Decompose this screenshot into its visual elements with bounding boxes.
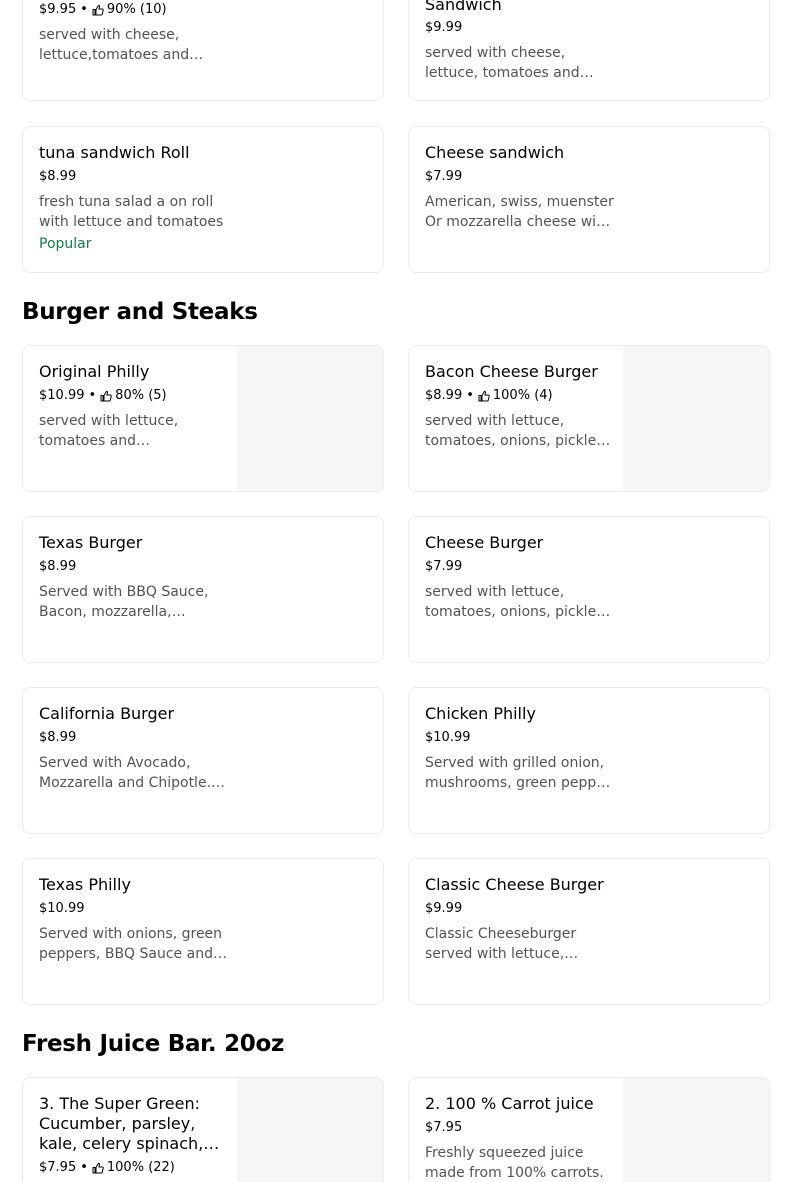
- item-description: served with cheese, lettuce,tomatoes and…: [39, 27, 190, 63]
- item-meta: $9.95 • 90% (10): [39, 2, 167, 17]
- item-price: $10.99: [39, 901, 85, 916]
- item-title: 2. 100 % Carrot juice: [425, 1094, 594, 1113]
- item-title: California Burger: [39, 704, 175, 723]
- item-description: served with lettuce, tomatoes, onions, p…: [425, 584, 608, 620]
- item-rating: 80% (5): [115, 388, 167, 403]
- menu-item-card[interactable]: Classic Cheese Burger $9.99 Classic Chee…: [408, 858, 770, 1005]
- item-price: $7.95: [425, 1120, 463, 1135]
- item-title: Chicken Philly: [425, 704, 536, 723]
- item-price: $10.99: [425, 730, 471, 745]
- item-description: Served with onions, green peppers, BBQ S…: [39, 926, 223, 962]
- menu-item-card[interactable]: Texas Philly $10.99 Served with onions, …: [22, 858, 384, 1005]
- menu-item-card[interactable]: Cheese sandwich $7.99 American, swiss, m…: [408, 126, 770, 273]
- menu-item-card[interactable]: 3. The Super Green: Cucumber, parsley, k…: [22, 1077, 384, 1182]
- menu-item-card[interactable]: California Burger $8.99 Served with Avoc…: [22, 687, 384, 834]
- item-title: Sandwich: [425, 0, 502, 14]
- menu-item-card[interactable]: Texas Burger $8.99 Served with BBQ Sauce…: [22, 516, 384, 663]
- item-price: $9.99: [425, 20, 463, 35]
- item-description: Served with grilled onion, mushrooms, gr…: [425, 755, 611, 791]
- item-title: Original Philly: [39, 362, 150, 381]
- section-title-juice: Fresh Juice Bar. 20oz: [22, 1031, 285, 1057]
- item-title: Texas Burger: [39, 533, 143, 552]
- item-price: $8.99: [39, 730, 77, 745]
- item-description: fresh tuna salad a on roll with lettuce …: [39, 194, 224, 230]
- item-title: tuna sandwich Roll: [39, 143, 190, 162]
- item-description: American, swiss, muenster Or mozzarella …: [425, 194, 614, 230]
- item-price: $9.95: [39, 2, 77, 17]
- item-description: Classic Cheeseburger served with lettuce…: [425, 926, 577, 962]
- menu-item-card[interactable]: Chicken Philly $10.99 Served with grille…: [408, 687, 770, 834]
- thumbs-up-icon: [478, 390, 490, 402]
- item-description: served with lettuce, tomatoes, onions, p…: [425, 413, 608, 449]
- item-image: [623, 1078, 769, 1182]
- menu-item-card[interactable]: Cheese Burger $7.99 served with lettuce,…: [408, 516, 770, 663]
- item-price: $9.99: [425, 901, 463, 916]
- item-title: Texas Philly: [39, 875, 131, 894]
- item-price: $7.99: [425, 169, 463, 184]
- item-rating: 90% (10): [106, 2, 167, 17]
- item-rating: 100% (22): [106, 1160, 175, 1175]
- item-price: $7.95: [39, 1160, 77, 1175]
- item-meta: $7.95 • 100% (22): [39, 1160, 175, 1175]
- item-description: served with lettuce, tomatoes and mayonn…: [39, 413, 179, 449]
- menu-item-card[interactable]: 2. 100 % Carrot juice $7.95 Freshly sque…: [408, 1077, 770, 1182]
- popular-badge: Popular: [39, 236, 92, 252]
- menu-item-card[interactable]: tuna sandwich Roll $8.99 fresh tuna sala…: [22, 126, 384, 273]
- menu-item-card[interactable]: Sandwich $9.99 served with cheese, lettu…: [408, 0, 770, 101]
- item-rating: 100% (4): [492, 388, 553, 403]
- item-image: [237, 346, 383, 491]
- menu-item-card[interactable]: Original Philly $10.99 • 80% (5) served …: [22, 345, 384, 492]
- item-title: Cheese Burger: [425, 533, 544, 552]
- item-description: Freshly squeezed juice made from 100% ca…: [425, 1145, 604, 1181]
- menu-item-card[interactable]: $9.95 • 90% (10) served with cheese, let…: [22, 0, 384, 101]
- item-description: Served with Avocado, Mozzarella and Chip…: [39, 755, 212, 791]
- item-title: Bacon Cheese Burger: [425, 362, 598, 381]
- item-meta: $10.99 • 80% (5): [39, 388, 167, 403]
- item-meta: $8.99 • 100% (4): [425, 388, 553, 403]
- section-title-burgers: Burger and Steaks: [22, 299, 258, 325]
- item-image: [237, 1078, 383, 1182]
- item-price: $7.99: [425, 559, 463, 574]
- thumbs-up-icon: [100, 390, 112, 402]
- thumbs-up-icon: [92, 4, 104, 16]
- item-price: $8.99: [39, 169, 77, 184]
- item-price: $8.99: [39, 559, 77, 574]
- item-price: $8.99: [425, 388, 463, 403]
- item-description: Served with BBQ Sauce, Bacon, mozzarella…: [39, 584, 209, 620]
- menu-item-card[interactable]: Bacon Cheese Burger $8.99 • 100% (4) ser…: [408, 345, 770, 492]
- item-title: 3. The Super Green: Cucumber, parsley, k…: [39, 1094, 204, 1153]
- item-price: $10.99: [39, 388, 85, 403]
- item-image: [623, 346, 769, 491]
- item-title: Cheese sandwich: [425, 143, 565, 162]
- item-title: Classic Cheese Burger: [425, 875, 604, 894]
- thumbs-up-icon: [92, 1162, 104, 1174]
- item-description: served with cheese, lettuce, tomatoes an…: [425, 45, 580, 81]
